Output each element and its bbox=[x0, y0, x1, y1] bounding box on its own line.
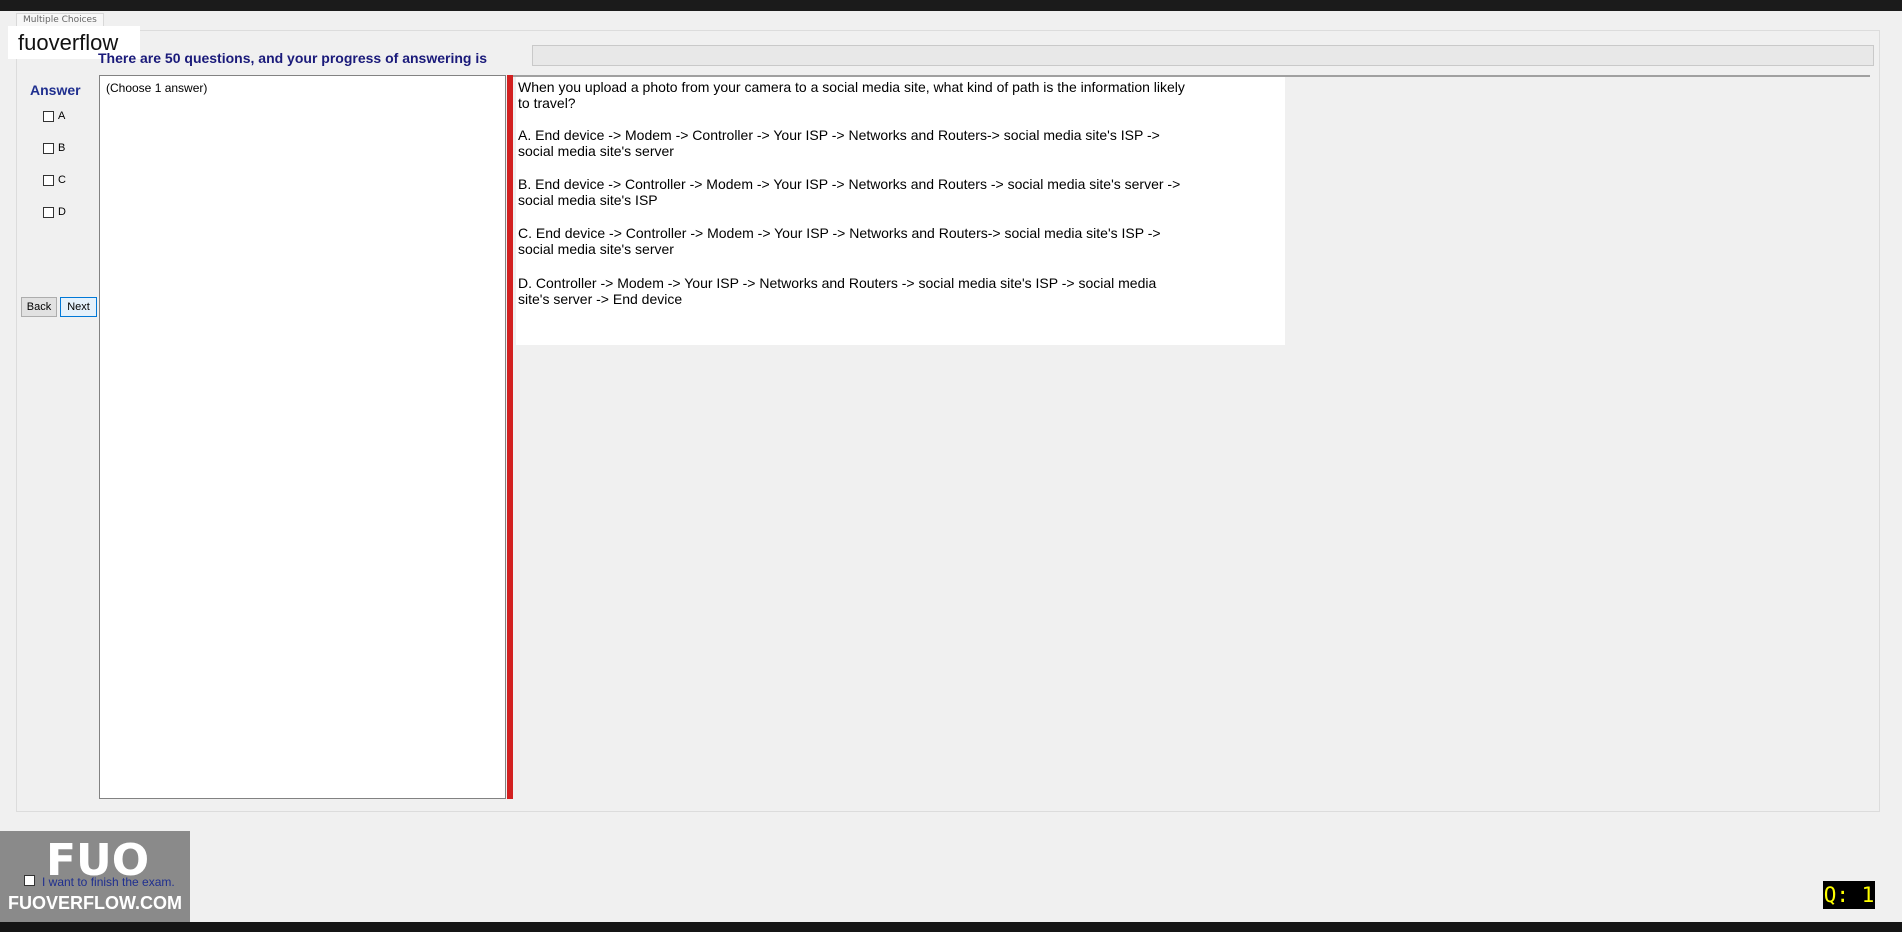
checkbox-b[interactable] bbox=[43, 142, 54, 154]
option-text-line: D. Controller -> Modem -> Your ISP -> Ne… bbox=[518, 275, 1157, 291]
checkbox-d[interactable] bbox=[43, 206, 54, 218]
finish-label[interactable]: I want to finish the exam. bbox=[42, 875, 175, 889]
finish-checkbox[interactable] bbox=[24, 875, 35, 886]
answer-title: Answer bbox=[30, 82, 81, 98]
question-stem-line: When you upload a photo from your camera… bbox=[518, 79, 1185, 95]
progress-bar bbox=[532, 45, 1874, 66]
progress-text: There are 50 questions, and your progres… bbox=[98, 50, 487, 66]
window-tab[interactable]: Multiple Choices bbox=[16, 13, 104, 26]
option-label-c: C bbox=[58, 174, 66, 186]
option-text-line: site's server -> End device bbox=[518, 291, 683, 307]
answer-option-d[interactable]: D bbox=[43, 206, 66, 218]
question-stem-line: to travel? bbox=[518, 95, 576, 111]
question-stem: When you upload a photo from your camera… bbox=[518, 79, 1268, 111]
question-option-a: A. End device -> Modem -> Controller -> … bbox=[518, 127, 1268, 159]
logo-text: FUOVERFLOW.COM bbox=[8, 893, 182, 913]
option-text-line: social media site's ISP bbox=[518, 192, 658, 208]
option-label-d: D bbox=[58, 206, 66, 218]
option-label-a: A bbox=[58, 110, 66, 122]
checkbox-c[interactable] bbox=[43, 174, 54, 186]
question-option-c: C. End device -> Controller -> Modem -> … bbox=[518, 225, 1268, 257]
bottom-bar bbox=[0, 922, 1902, 932]
option-label-b: B bbox=[58, 142, 66, 154]
answer-option-c[interactable]: C bbox=[43, 174, 66, 186]
back-button[interactable]: Back bbox=[21, 297, 57, 317]
option-text-line: C. End device -> Controller -> Modem -> … bbox=[518, 225, 1161, 241]
answer-option-a[interactable]: A bbox=[43, 110, 65, 122]
question-option-d: D. Controller -> Modem -> Your ISP -> Ne… bbox=[518, 275, 1268, 307]
choose-instruction: (Choose 1 answer) bbox=[106, 81, 208, 95]
option-text-line: social media site's server bbox=[518, 241, 674, 257]
question-counter: Q: 1 bbox=[1823, 881, 1875, 909]
option-text-line: B. End device -> Controller -> Modem -> … bbox=[518, 176, 1181, 192]
option-text-line: A. End device -> Modem -> Controller -> … bbox=[518, 127, 1160, 143]
title-bar bbox=[0, 0, 1902, 11]
option-text-line: social media site's server bbox=[518, 143, 674, 159]
question-option-b: B. End device -> Controller -> Modem -> … bbox=[518, 176, 1268, 208]
next-button[interactable]: Next bbox=[60, 297, 97, 317]
checkbox-a[interactable] bbox=[43, 110, 54, 122]
choose-panel: (Choose 1 answer) bbox=[99, 75, 506, 799]
answer-option-b[interactable]: B bbox=[43, 142, 65, 154]
